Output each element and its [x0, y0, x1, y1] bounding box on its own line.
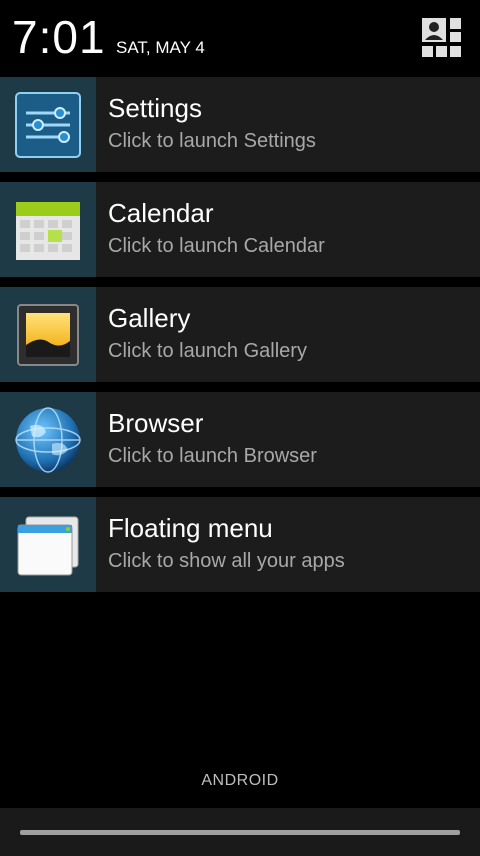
notification-title: Gallery	[108, 303, 191, 333]
date: SAT, MAY 4	[116, 38, 205, 57]
handle-bar[interactable]	[20, 830, 460, 835]
notification-title: Calendar	[108, 198, 214, 228]
quick-settings-user-grid-icon[interactable]	[420, 16, 464, 60]
gallery-icon	[17, 304, 79, 366]
notification-calendar[interactable]: Calendar Click to launch Calendar	[0, 182, 480, 277]
notification-subtitle: Click to launch Settings	[108, 130, 316, 152]
notification-header: 7:01 SAT, MAY 4	[0, 0, 480, 77]
browser-icon-tile	[0, 392, 96, 487]
notification-subtitle: Click to launch Gallery	[108, 340, 307, 362]
notification-floating-menu[interactable]: Floating menu Click to show all your app…	[0, 497, 480, 592]
calendar-icon	[16, 202, 80, 260]
notification-list: Settings Click to launch Settings Calend…	[0, 77, 480, 592]
notification-browser[interactable]: Browser Click to launch Browser	[0, 392, 480, 487]
gallery-icon-tile	[0, 287, 96, 382]
notification-subtitle: Click to show all your apps	[108, 550, 345, 572]
floating-window-icon	[17, 516, 79, 576]
settings-icon-tile	[0, 77, 96, 172]
settings-sliders-icon	[15, 92, 81, 158]
clock: 7:01	[12, 11, 106, 63]
calendar-icon-tile	[0, 182, 96, 277]
globe-icon	[15, 407, 81, 473]
notification-subtitle: Click to launch Browser	[108, 445, 317, 467]
notification-gallery[interactable]: Gallery Click to launch Gallery	[0, 287, 480, 382]
carrier-label: ANDROID	[201, 772, 279, 789]
notification-title: Floating menu	[108, 513, 273, 543]
notification-title: Settings	[108, 93, 202, 123]
notification-subtitle: Click to launch Calendar	[108, 235, 325, 257]
notification-title: Browser	[108, 408, 204, 438]
floating-menu-icon-tile	[0, 497, 96, 592]
notification-drag-handle[interactable]	[0, 808, 480, 856]
notification-settings[interactable]: Settings Click to launch Settings	[0, 77, 480, 172]
